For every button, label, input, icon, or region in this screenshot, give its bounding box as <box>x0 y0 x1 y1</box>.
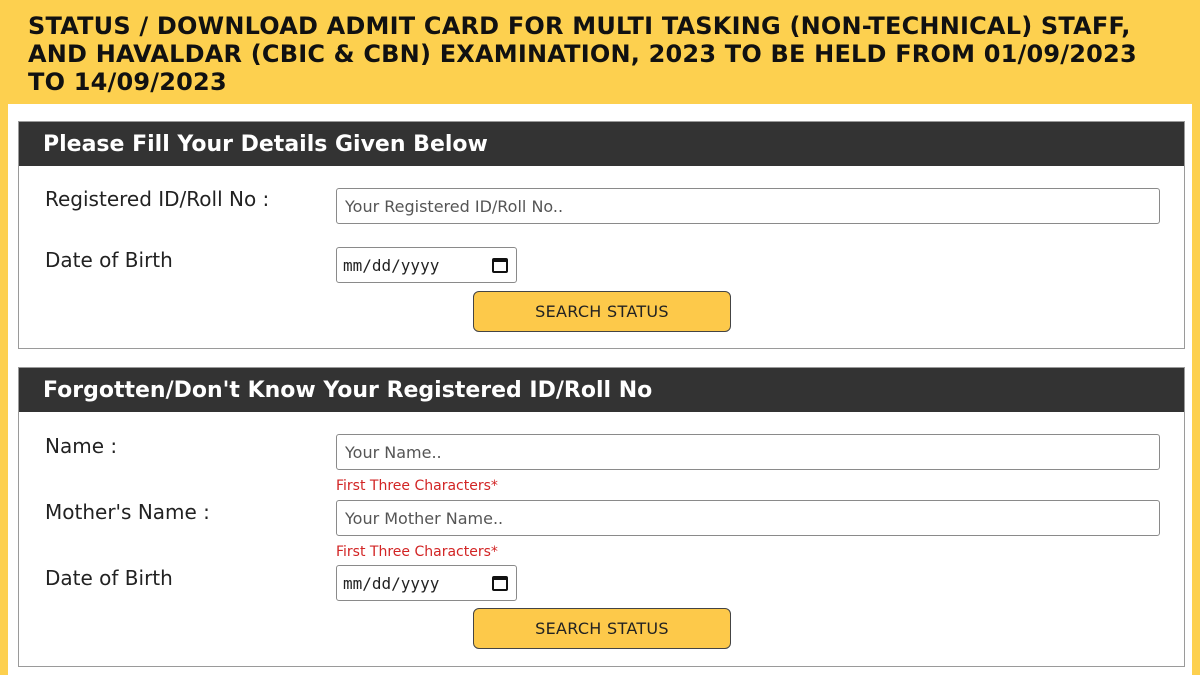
forgotten-id-panel: Forgotten/Don't Know Your Registered ID/… <box>18 367 1185 667</box>
registered-id-input[interactable] <box>336 188 1160 224</box>
calendar-icon[interactable] <box>492 257 508 273</box>
name-label: Name : <box>45 434 118 458</box>
dob-date-value: mm/dd/yyyy <box>343 255 440 275</box>
registered-id-label: Registered ID/Roll No : <box>45 187 270 211</box>
forgotten-id-heading: Forgotten/Don't Know Your Registered ID/… <box>43 377 653 403</box>
details-form-header: Please Fill Your Details Given Below <box>19 122 1184 166</box>
search-status-button-2[interactable]: SEARCH STATUS <box>473 608 731 649</box>
dob-date-value-2: mm/dd/yyyy <box>343 573 440 593</box>
details-form-panel: Please Fill Your Details Given Below Reg… <box>18 121 1185 349</box>
calendar-icon[interactable] <box>492 575 508 591</box>
mother-name-hint: First Three Characters* <box>336 544 498 560</box>
name-hint: First Three Characters* <box>336 478 498 494</box>
dob-label-2: Date of Birth <box>45 566 173 590</box>
forgotten-id-header: Forgotten/Don't Know Your Registered ID/… <box>19 368 1184 412</box>
dob-date-input-2[interactable]: mm/dd/yyyy <box>336 565 517 601</box>
mother-name-input[interactable] <box>336 500 1160 536</box>
details-form-heading: Please Fill Your Details Given Below <box>43 131 488 157</box>
page-title: STATUS / DOWNLOAD ADMIT CARD FOR MULTI T… <box>28 12 1137 96</box>
dob-date-input[interactable]: mm/dd/yyyy <box>336 247 517 283</box>
title-banner: STATUS / DOWNLOAD ADMIT CARD FOR MULTI T… <box>0 0 1200 104</box>
mother-name-label: Mother's Name : <box>45 500 210 524</box>
name-input[interactable] <box>336 434 1160 470</box>
dob-label: Date of Birth <box>45 248 173 272</box>
search-status-button[interactable]: SEARCH STATUS <box>473 291 731 332</box>
